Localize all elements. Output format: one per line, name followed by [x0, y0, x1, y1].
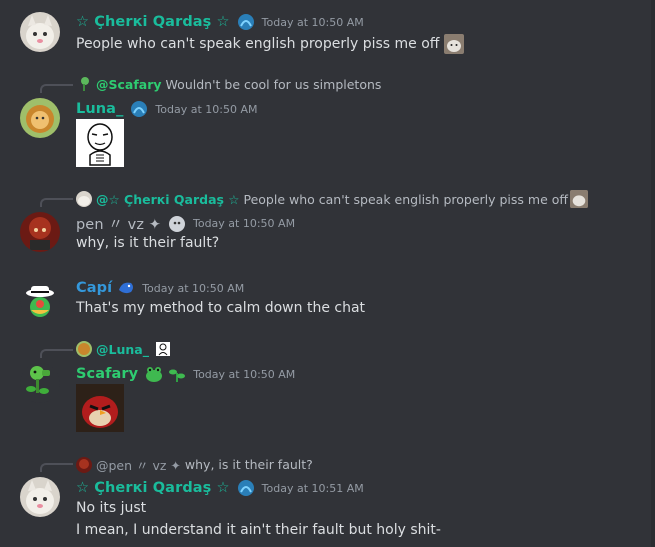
- message-content: People who can't speak english properly …: [76, 34, 464, 54]
- role-badge-icon[interactable]: [236, 478, 256, 498]
- role-badge-icon[interactable]: [129, 99, 149, 119]
- cat-emoji-icon[interactable]: [570, 190, 589, 208]
- avatar-peashooter[interactable]: [20, 363, 60, 403]
- avatar-lion[interactable]: [20, 98, 60, 138]
- username[interactable]: Capí: [76, 280, 112, 296]
- message-content: No its just: [76, 500, 147, 516]
- avatar-capi[interactable]: [20, 280, 60, 320]
- pen-mini-avatar: [76, 456, 92, 473]
- username[interactable]: ☆ Çherкi Qardaş ☆: [76, 480, 230, 496]
- message-content: why, is it their fault?: [76, 235, 220, 251]
- reply-preview[interactable]: @Scafary Wouldn't be cool for us simplet…: [76, 76, 381, 92]
- timestamp[interactable]: Today at 10:50 AM: [193, 368, 295, 381]
- ghost-badge-icon[interactable]: [167, 214, 187, 234]
- meme-face-image[interactable]: [76, 119, 124, 167]
- username[interactable]: Luna_: [76, 101, 123, 117]
- sprout-badge-icon[interactable]: [167, 364, 187, 384]
- angry-bird-image[interactable]: [76, 384, 124, 432]
- frog-badge-icon[interactable]: [144, 364, 164, 384]
- message-content: I mean, I understand it ain't their faul…: [76, 522, 441, 538]
- timestamp[interactable]: Today at 10:50 AM: [142, 282, 244, 295]
- reply-preview[interactable]: @Luna_: [76, 341, 171, 357]
- blue-badge-icon[interactable]: [116, 278, 136, 298]
- timestamp[interactable]: Today at 10:50 AM: [262, 16, 364, 29]
- lion-mini-avatar: [76, 341, 92, 357]
- reply-line: [40, 349, 73, 358]
- username[interactable]: Scafary: [76, 366, 138, 382]
- timestamp[interactable]: Today at 10:50 AM: [155, 103, 257, 116]
- image-attachment-icon: [155, 341, 171, 357]
- username[interactable]: pen 〃 vz ✦: [76, 213, 161, 234]
- message-content: That's my method to calm down the chat: [76, 300, 366, 316]
- plant-mini-icon: [76, 76, 92, 92]
- reply-line: [40, 463, 73, 472]
- role-badge-icon[interactable]: [236, 12, 256, 32]
- chat-messages: ☆ Çherкi Qardaş ☆ Today at 10:50 AM Peop…: [0, 0, 655, 547]
- avatar-pen[interactable]: [20, 212, 60, 252]
- reply-preview[interactable]: @pen 〃 vz ✦ why, is it their fault?: [76, 455, 313, 474]
- timestamp[interactable]: Today at 10:50 AM: [193, 217, 295, 230]
- reply-preview[interactable]: @☆ Çherкi Qardaş ☆ People who can't spea…: [76, 190, 589, 208]
- cat-mini-avatar: [76, 191, 92, 207]
- timestamp[interactable]: Today at 10:51 AM: [262, 482, 364, 495]
- cat-emoji-icon[interactable]: [443, 34, 464, 54]
- avatar-cat[interactable]: [20, 477, 60, 517]
- avatar-cat[interactable]: [20, 12, 60, 52]
- username[interactable]: ☆ Çherкi Qardaş ☆: [76, 14, 230, 30]
- scrollbar[interactable]: [651, 0, 655, 547]
- reply-line: [40, 84, 73, 93]
- reply-line: [40, 198, 73, 207]
